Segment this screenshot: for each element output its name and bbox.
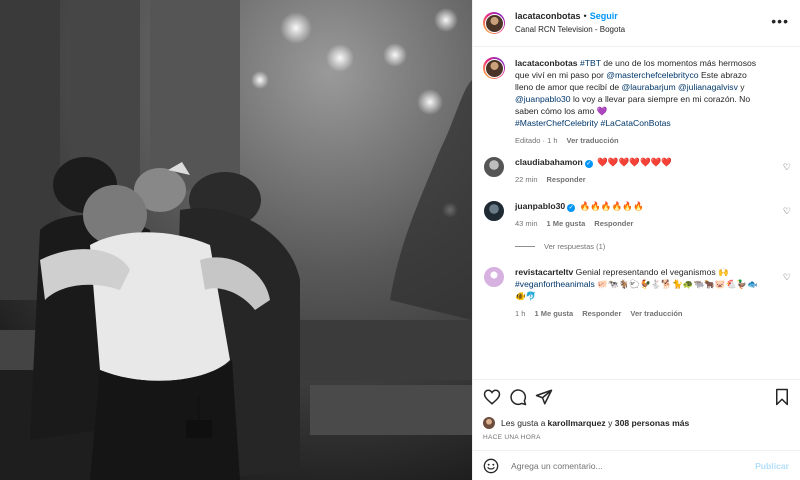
caption-entry: lacataconbotas #TBT de uno de los moment… (483, 57, 791, 147)
likes-others[interactable]: 308 personas más (615, 418, 690, 428)
likes-middle: y (605, 418, 615, 428)
comment-text: claudiabahamon ✓ ❤️❤️❤️❤️❤️❤️❤️ (515, 156, 767, 168)
save-bookmark-icon[interactable] (773, 388, 791, 406)
commenter-username[interactable]: revistacarteltv (515, 267, 573, 277)
view-replies-label: Ver respuestas (1) (544, 242, 606, 251)
mention-juanpablo30[interactable]: @juanpablo30 (515, 94, 571, 104)
post-details: lacataconbotas • Seguir Canal RCN Televisi… (472, 0, 800, 480)
view-replies-button[interactable]: Ver respuestas (1) (515, 242, 605, 251)
liker-avatar (483, 417, 495, 429)
post-header: lacataconbotas • Seguir Canal RCN Televisi… (473, 0, 800, 47)
add-comment-bar: Publicar (473, 450, 800, 480)
comment-text: revistacarteltv Genial representando el … (515, 266, 767, 302)
like-comment-heart-icon[interactable]: ♡ (783, 206, 791, 217)
more-horizontal-icon[interactable]: ••• (771, 14, 789, 28)
author-avatar[interactable] (483, 12, 505, 34)
mention-laurabarjum[interactable]: @laurabarjum (622, 82, 676, 92)
likes-prefix: Les gusta a (501, 418, 546, 428)
comment-body: ❤️❤️❤️❤️❤️❤️❤️ (597, 157, 673, 167)
verified-badge-icon: ✓ (567, 204, 576, 212)
comment-item: juanpablo30 ✓ 🔥🔥🔥🔥🔥🔥 43 min 1 Me gusta Resp… (483, 200, 791, 230)
caption-meta: Editado · 1 h Ver traducción (515, 135, 767, 147)
commenter-avatar[interactable] (483, 266, 505, 288)
comment-meta: 43 min 1 Me gusta Responder (515, 218, 767, 230)
like-heart-icon[interactable] (483, 388, 501, 406)
hashtag-masterchefcelebrity[interactable]: #MasterChefCelebrity (515, 118, 598, 128)
liker-username[interactable]: karollmarquez (547, 418, 605, 428)
commenter-username[interactable]: juanpablo30 (515, 201, 565, 211)
hashtag-veganfortheanimals[interactable]: #veganfortheanimals (515, 279, 595, 289)
caption-username[interactable]: lacataconbotas (515, 58, 578, 68)
see-translation-link[interactable]: Ver traducción (630, 309, 682, 318)
commenter-avatar[interactable] (483, 156, 505, 178)
mention-masterchef[interactable]: @masterchefcelebrityco (606, 70, 698, 80)
comment-likes[interactable]: 1 Me gusta (547, 219, 586, 228)
photo-image (0, 0, 472, 480)
author-username[interactable]: lacataconbotas (515, 11, 581, 21)
post-modal: lacataconbotas • Seguir Canal RCN Televisi… (0, 0, 800, 480)
add-comment-input[interactable] (511, 461, 731, 471)
likes-summary[interactable]: Les gusta a karollmarquez y 308 personas… (483, 417, 689, 429)
reply-button[interactable]: Responder (547, 175, 586, 184)
reply-button[interactable]: Responder (582, 309, 621, 318)
comment-text: juanpablo30 ✓ 🔥🔥🔥🔥🔥🔥 (515, 200, 767, 212)
caption-avatar[interactable] (483, 57, 505, 79)
comment-time: 43 min (515, 219, 538, 228)
replies-divider (515, 246, 535, 247)
comment-bubble-icon[interactable] (509, 388, 527, 406)
like-comment-heart-icon[interactable]: ♡ (783, 272, 791, 283)
comment-likes[interactable]: 1 Me gusta (534, 309, 573, 318)
mention-julianagalvisv[interactable]: @julianagalvisv (678, 82, 738, 92)
verified-badge-icon: ✓ (584, 160, 593, 168)
comment-body: Genial representando el veganismos 🙌 (573, 267, 729, 277)
comment-time: 22 min (515, 175, 538, 184)
edited-time: Editado · 1 h (515, 136, 558, 145)
post-photo[interactable] (0, 0, 472, 480)
caption-segment: y (737, 82, 745, 92)
comment-meta: 22 min Responder (515, 174, 767, 186)
emoji-smiley-icon[interactable] (483, 458, 499, 474)
comment-item: revistacarteltv Genial representando el … (483, 266, 791, 320)
see-translation-link[interactable]: Ver traducción (567, 136, 619, 145)
comment-item: claudiabahamon ✓ ❤️❤️❤️❤️❤️❤️❤️ 22 min Res… (483, 156, 791, 186)
comment-meta: 1 h 1 Me gusta Responder Ver traducción (515, 308, 767, 320)
caption-text: lacataconbotas #TBT de uno de los moment… (515, 57, 767, 129)
publish-button[interactable]: Publicar (755, 461, 789, 471)
post-timestamp[interactable]: HACE UNA HORA (483, 434, 541, 441)
hashtag-tbt[interactable]: #TBT (580, 58, 601, 68)
comments-feed[interactable]: lacataconbotas #TBT de uno de los moment… (473, 48, 800, 378)
comment-body: 🔥🔥🔥🔥🔥🔥 (579, 201, 644, 211)
follow-button[interactable]: Seguir (590, 11, 618, 21)
separator-dot: • (583, 11, 587, 21)
post-location[interactable]: Canal RCN Television - Bogota (515, 23, 625, 36)
share-paper-plane-icon[interactable] (535, 388, 553, 406)
like-comment-heart-icon[interactable]: ♡ (783, 162, 791, 173)
commenter-username[interactable]: claudiabahamon (515, 157, 583, 167)
commenter-avatar[interactable] (483, 200, 505, 222)
comment-time: 1 h (515, 309, 526, 318)
hashtag-lacataconbotas[interactable]: #LaCataConBotas (601, 118, 671, 128)
post-actions: Les gusta a karollmarquez y 308 personas… (473, 379, 800, 480)
reply-button[interactable]: Responder (594, 219, 633, 228)
